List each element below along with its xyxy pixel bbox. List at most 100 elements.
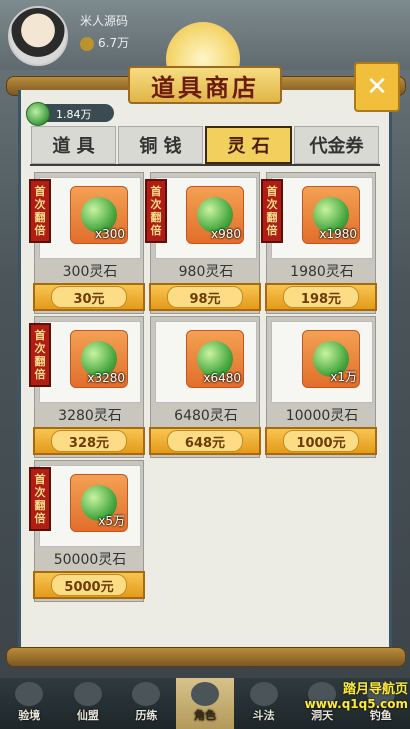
shop-item-50000[interactable]: x5万 首次翻倍 50000灵石 5000元: [29, 460, 145, 602]
nav-item-doufa[interactable]: 斗法: [234, 678, 293, 729]
item-icon-box: x1980: [302, 186, 360, 244]
tag-char: 次: [266, 198, 278, 211]
tag-char: 翻: [34, 355, 46, 368]
item-qty: x1万: [330, 370, 357, 384]
nav-item-xianmeng[interactable]: 仙盟: [59, 678, 118, 729]
nav-item-lilian[interactable]: 历练: [117, 678, 176, 729]
tag-char: 倍: [150, 224, 162, 237]
item-qty: x980: [210, 227, 241, 241]
buy-button[interactable]: 98元: [149, 283, 261, 311]
nav-item-yanjing[interactable]: 验境: [0, 678, 59, 729]
nav-label: 角色: [194, 709, 217, 722]
alliance-icon: [73, 682, 102, 706]
avatar[interactable]: [8, 6, 68, 66]
close-icon: ✕: [366, 72, 388, 102]
shop-tabs: 道 具 铜 钱 灵 石 代金券: [30, 126, 380, 164]
balance-value: 1.84万: [56, 108, 92, 121]
tab-items[interactable]: 道 具: [31, 126, 116, 164]
tag-char: 倍: [266, 224, 278, 237]
tab-spirit-stone[interactable]: 灵 石: [205, 126, 292, 164]
watermark-line2: www.q1q5.com: [304, 697, 408, 711]
buy-button[interactable]: 648元: [149, 427, 261, 455]
first-double-tag: 首次翻倍: [29, 323, 51, 387]
item-frame: x980: [155, 177, 257, 259]
player-name: 米人源码: [80, 14, 129, 28]
item-icon-box: x300: [70, 186, 128, 244]
item-qty: x3280: [87, 371, 125, 385]
item-name: 50000灵石: [53, 552, 127, 568]
tab-copper[interactable]: 铜 钱: [118, 126, 203, 164]
price-label: 648元: [167, 430, 243, 452]
shop-item-3280[interactable]: x3280 首次翻倍 3280灵石 328元: [29, 316, 145, 458]
tag-char: 翻: [150, 211, 162, 224]
page-title: 道具商店: [151, 72, 259, 102]
tab-divider: [30, 164, 380, 166]
item-qty: x1980: [319, 227, 357, 241]
tag-char: 首: [150, 185, 162, 198]
item-name: 3280灵石: [58, 408, 122, 424]
tag-char: 首: [34, 329, 46, 342]
nav-label: 仙盟: [76, 709, 99, 722]
tag-char: 首: [34, 473, 46, 486]
price-label: 328元: [51, 430, 127, 452]
first-double-tag: 首次翻倍: [261, 179, 283, 243]
nav-label: 斗法: [252, 709, 275, 722]
nav-label: 历练: [135, 709, 158, 722]
buy-button[interactable]: 30元: [33, 283, 145, 311]
buy-button[interactable]: 198元: [265, 283, 377, 311]
item-frame: x3280: [39, 321, 141, 403]
tag-char: 翻: [266, 211, 278, 224]
item-qty: x6480: [203, 371, 241, 385]
first-double-tag: 首次翻倍: [29, 467, 51, 531]
buy-button[interactable]: 328元: [33, 427, 145, 455]
item-frame: x1980: [271, 177, 373, 259]
item-frame: x1万: [271, 321, 373, 403]
tag-char: 翻: [34, 211, 46, 224]
shop-item-980[interactable]: x980 首次翻倍 980灵石 98元: [145, 172, 261, 314]
shop-title-plaque: 道具商店: [128, 22, 282, 104]
shop-item-10000[interactable]: x1万 10000灵石 1000元: [265, 316, 377, 458]
tag-char: 次: [34, 342, 46, 355]
item-name: 10000灵石: [285, 408, 359, 424]
price-label: 198元: [283, 286, 359, 308]
tag-char: 翻: [34, 499, 46, 512]
first-double-tag: 首次翻倍: [29, 179, 51, 243]
tag-char: 倍: [34, 224, 46, 237]
buy-button[interactable]: 1000元: [265, 427, 377, 455]
close-button[interactable]: ✕: [354, 62, 400, 112]
tag-char: 次: [34, 198, 46, 211]
watermark: 踏月导航页 www.q1q5.com: [300, 678, 408, 711]
realm-icon: [15, 682, 44, 706]
scroll-rod-bottom: [6, 647, 406, 667]
price-label: 5000元: [51, 574, 127, 596]
price-label: 1000元: [283, 430, 359, 452]
nav-item-character[interactable]: 角色: [175, 678, 235, 729]
buy-button[interactable]: 5000元: [33, 571, 145, 599]
tag-char: 次: [150, 198, 162, 211]
duel-icon: [249, 682, 278, 706]
tag-char: 首: [266, 185, 278, 198]
price-label: 98元: [167, 286, 243, 308]
price-label: 30元: [51, 286, 127, 308]
title-banner: 道具商店: [128, 66, 282, 104]
shop-item-300[interactable]: x300 首次翻倍 300灵石 30元: [29, 172, 145, 314]
tag-char: 倍: [34, 368, 46, 381]
shop-item-1980[interactable]: x1980 首次翻倍 1980灵石 198元: [261, 172, 377, 314]
shop-item-6480[interactable]: x6480 6480灵石 648元: [149, 316, 261, 458]
item-frame: x5万: [39, 465, 141, 547]
training-icon: [132, 682, 161, 706]
first-double-tag: 首次翻倍: [145, 179, 167, 243]
item-name: 6480灵石: [174, 408, 238, 424]
item-name: 300灵石: [62, 264, 118, 280]
item-icon-box: x6480: [186, 330, 244, 388]
item-icon-box: x3280: [70, 330, 128, 388]
coin-value: 6.7万: [98, 36, 130, 50]
spirit-stone-icon: [26, 102, 50, 126]
item-qty: x5万: [98, 514, 125, 528]
coin-balance: 6.7万: [80, 34, 129, 51]
item-icon-box: x1万: [302, 330, 360, 388]
item-icon-box: x5万: [70, 474, 128, 532]
tag-char: 倍: [34, 512, 46, 525]
item-icon-box: x980: [186, 186, 244, 244]
tab-voucher[interactable]: 代金券: [294, 126, 379, 164]
